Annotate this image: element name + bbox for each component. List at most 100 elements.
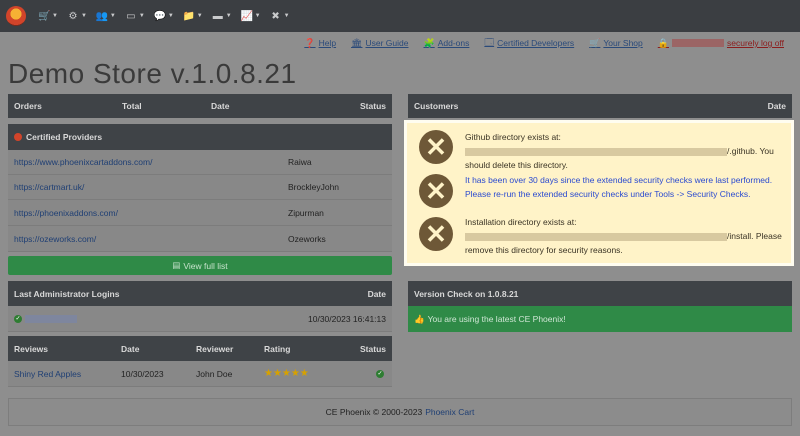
customers-col-customers: Customers <box>414 101 459 111</box>
nav-catalog[interactable]: 🛒 ▼ <box>38 11 58 22</box>
reviews-table-header: Reviews Date Reviewer Rating Status <box>8 336 392 361</box>
cart-icon: 🛒 <box>589 37 601 48</box>
alert-security-checks: ✕ It has been over 30 days since the ext… <box>407 171 791 215</box>
footer-link[interactable]: Phoenix Cart <box>425 407 474 417</box>
certificate-icon: 🗔 <box>484 37 495 47</box>
nav-customers[interactable]: 👥 ▼ <box>96 11 116 22</box>
nav-tools[interactable]: ▬ ▼ <box>212 11 232 22</box>
security-alerts-box: ✕ Github directory exists at: /.github. … <box>404 120 794 266</box>
close-circle-icon: ✕ <box>419 130 453 164</box>
redacted-admin-name <box>25 314 77 323</box>
close-circle-icon: ✕ <box>419 174 453 208</box>
table-row: https://www.phoenixcartaddons.com/ Raiwa <box>8 150 392 175</box>
check-circle-icon: ✓ <box>14 314 22 323</box>
help-link-label: Help <box>318 38 337 48</box>
user-guide-link[interactable]: 🏛 User Guide <box>351 38 408 49</box>
reviews-col-rating: Rating <box>264 343 291 354</box>
close-circle-icon: ✕ <box>419 217 453 251</box>
chat-icon: 💬 <box>153 10 167 22</box>
chevron-down-icon: ▼ <box>138 13 145 19</box>
nav-configuration[interactable]: ⚙ ▼ <box>67 11 87 22</box>
certified-developers-link[interactable]: 🗔 Certified Developers <box>484 35 574 51</box>
chevron-down-icon: ▼ <box>109 13 116 19</box>
nav-modules[interactable]: ▭ ▼ <box>125 11 145 22</box>
page-title: Demo Store v.1.0.8.21 <box>8 58 297 89</box>
footer: CE Phoenix © 2000-2023 Phoenix Cart <box>8 398 792 426</box>
alert-text[interactable]: It has been over 30 days since the exten… <box>465 173 785 201</box>
provider-name: Ozeworks <box>288 233 326 244</box>
status-check-icon[interactable]: ✓ <box>376 369 384 378</box>
customers-table-header: Customers Date <box>408 94 792 118</box>
reports-icon: 📈 <box>240 10 254 22</box>
nav-files[interactable]: 📁 ▼ <box>183 11 203 22</box>
nav-reports[interactable]: 📈 ▼ <box>241 11 261 22</box>
logoff-label: securely log off <box>726 38 784 48</box>
view-full-list-button[interactable]: ▤ View full list <box>8 256 392 275</box>
provider-name: Raiwa <box>288 157 312 167</box>
top-navbar: 🛒 ▼ ⚙ ▼ 👥 ▼ ▭ ▼ 💬 ▼ 📁 ▼ ▬ ▼ 📈 ▼ ✖ ▼ <box>0 0 800 32</box>
chevron-down-icon: ▼ <box>80 13 87 19</box>
wrench-icon: ✖ <box>271 10 280 22</box>
reviews-col-reviewer: Reviewer <box>196 343 234 354</box>
orders-col-date: Date <box>211 101 230 111</box>
certified-providers-header: Certified Providers <box>8 124 392 150</box>
chevron-down-icon: ▼ <box>167 13 174 19</box>
chevron-down-icon: ▼ <box>196 13 203 19</box>
your-shop-label: Your Shop <box>603 38 643 48</box>
customers-col-date: Date <box>767 101 786 111</box>
addons-link[interactable]: 🧩 Add-ons <box>423 38 469 49</box>
provider-link[interactable]: https://ozeworks.com/ <box>14 234 96 244</box>
phoenix-logo-icon[interactable] <box>6 6 26 26</box>
review-product-link[interactable]: Shiny Red Apples <box>14 369 81 379</box>
help-link[interactable]: ❓ Help <box>304 38 336 49</box>
orders-col-orders: Orders <box>14 101 42 111</box>
rating-stars-icon: ★★★★★ <box>264 368 309 379</box>
alert-line2: should delete this directory. <box>465 160 568 170</box>
version-check-title: Version Check on 1.0.8.21 <box>414 288 519 299</box>
alert-line1: Github directory exists at: <box>465 132 561 142</box>
version-check-header: Version Check on 1.0.8.21 <box>408 281 792 306</box>
provider-name: BrockleyJohn <box>288 182 340 192</box>
alert-text: Github directory exists at: /.github. Yo… <box>465 130 785 172</box>
login-date: 10/30/2023 16:41:13 <box>308 313 386 324</box>
version-message: You are using the latest CE Phoenix! <box>427 314 566 324</box>
chevron-down-icon: ▼ <box>225 13 232 19</box>
footer-text: CE Phoenix © 2000-2023 <box>325 407 423 417</box>
orders-col-total: Total <box>122 101 142 111</box>
alert-suffix: /.github. You <box>727 146 774 156</box>
cart-icon: 🛒 <box>38 10 51 22</box>
thumbs-up-icon: 👍 <box>414 313 425 324</box>
view-full-list-label: View full list <box>183 260 228 271</box>
review-date: 10/30/2023 <box>121 368 164 379</box>
table-row: https://ozeworks.com/ Ozeworks <box>8 226 392 252</box>
alert-line2: remove this directory for security reaso… <box>465 245 623 255</box>
chevron-down-icon: ▼ <box>52 13 58 19</box>
review-reviewer: John Doe <box>196 368 233 379</box>
table-row: https://phoenixaddons.com/ Zipurman <box>8 200 392 226</box>
alert-line1: It has been over 30 days since the exten… <box>465 175 773 185</box>
provider-link[interactable]: https://www.phoenixcartaddons.com/ <box>14 157 152 167</box>
logoff-link[interactable]: 🔒 securely log off <box>658 38 784 49</box>
alert-path-line: /install. Please <box>465 229 785 243</box>
reviews-col-date: Date <box>121 343 140 354</box>
modules-icon: ▭ <box>126 10 136 22</box>
users-icon: 👥 <box>95 10 109 22</box>
redacted-path <box>465 147 727 156</box>
list-icon: ▤ <box>172 260 181 270</box>
admin-logins-title: Last Administrator Logins <box>14 288 120 299</box>
folder-icon: 📁 <box>182 10 196 22</box>
addons-label: Add-ons <box>437 38 470 48</box>
nav-admin[interactable]: ✖ ▼ <box>270 10 289 22</box>
help-circle-icon: ❓ <box>304 37 316 48</box>
admin-logins-col-date: Date <box>367 288 386 299</box>
your-shop-link[interactable]: 🛒 Your Shop <box>589 38 643 49</box>
table-row: ✓ 10/30/2023 16:41:13 <box>8 306 392 332</box>
admin-logins-header: Last Administrator Logins Date <box>8 281 392 306</box>
provider-link[interactable]: https://phoenixaddons.com/ <box>14 208 118 218</box>
alert-text: Installation directory exists at: /insta… <box>465 215 785 257</box>
tools-icon: ▬ <box>212 10 223 22</box>
nav-localization[interactable]: 💬 ▼ <box>154 11 174 22</box>
alert-github: ✕ Github directory exists at: /.github. … <box>407 123 791 171</box>
provider-link[interactable]: https://cartmart.uk/ <box>14 182 84 192</box>
reviews-col-status: Status <box>360 343 386 354</box>
